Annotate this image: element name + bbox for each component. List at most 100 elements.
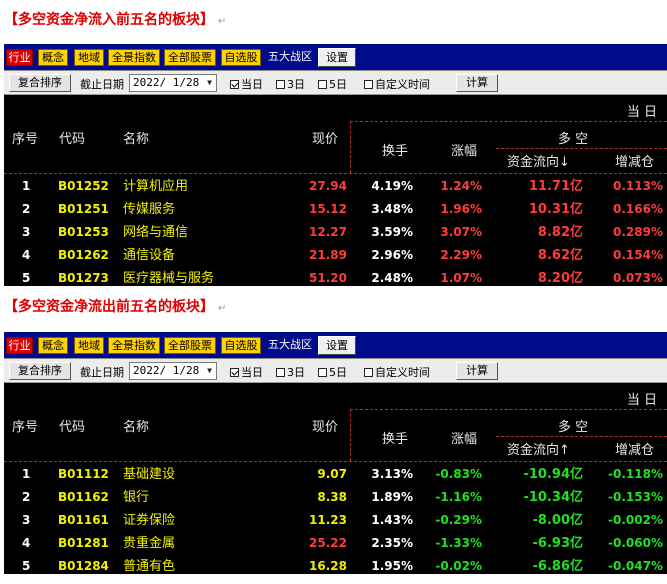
date-picker[interactable]: 2022/ 1/28 ▼ (129, 362, 217, 380)
tab-concept[interactable]: 概念 (38, 49, 68, 66)
row-code: B01262 (58, 248, 109, 262)
checkbox-5day[interactable]: 5日 (318, 76, 347, 92)
checkbox-custom-time[interactable]: 自定义时间 (364, 364, 430, 380)
calculate-button[interactable]: 计算 (456, 74, 498, 92)
row-turnover: 2.35% (371, 536, 413, 550)
tab-five-zones[interactable]: 五大战区 (264, 49, 316, 66)
table-row[interactable]: 3 B01161 证券保险 11.23 1.43% -0.29% -8.00亿 … (4, 509, 667, 532)
col-divider (350, 409, 351, 461)
tab-region[interactable]: 地域 (74, 49, 104, 66)
heading-text: 【多空资金净流出前五名的板块】 (4, 299, 214, 315)
col-header-change[interactable]: 涨幅 (451, 428, 477, 447)
row-code: B01284 (58, 559, 109, 573)
compound-sort-button[interactable]: 复合排序 (9, 362, 71, 380)
table-row[interactable]: 3 B01253 网络与通信 12.27 3.59% 3.07% 8.82亿 0… (4, 221, 667, 244)
table-row[interactable]: 5 B01284 普通有色 16.28 1.95% -0.02% -6.86亿 … (4, 555, 667, 574)
checkbox-3day[interactable]: 3日 (276, 76, 305, 92)
panel-inflow: 行业 概念 地域 全景指数 全部股票 自选股 五大战区 设置 复合排序 截止日期… (4, 44, 667, 286)
row-change: -0.29% (435, 513, 482, 527)
row-index: 4 (22, 536, 31, 550)
col-header-code[interactable]: 代码 (59, 416, 85, 435)
col-header-price[interactable]: 现价 (312, 128, 338, 147)
tab-watchlist[interactable]: 自选股 (221, 49, 261, 66)
row-turnover: 4.19% (371, 179, 413, 193)
row-position-change: -0.153% (608, 490, 663, 504)
toolbar: 复合排序 截止日期 2022/ 1/28 ▼ 当日 3日 5日 自定义时间 计算 (4, 359, 667, 383)
col-header-name[interactable]: 名称 (123, 128, 149, 147)
section-heading-outflow: 【多空资金净流出前五名的板块】 ↵ (4, 297, 226, 317)
row-turnover: 3.59% (371, 225, 413, 239)
row-index: 2 (22, 490, 31, 504)
row-fund-flow: -6.86亿 (532, 559, 583, 574)
tab-panorama-index[interactable]: 全景指数 (108, 49, 160, 66)
tab-all-stocks[interactable]: 全部股票 (164, 337, 216, 354)
checkbox-icon (318, 368, 327, 377)
row-fund-flow: 8.20亿 (537, 271, 583, 286)
row-turnover: 1.43% (371, 513, 413, 527)
table-row[interactable]: 5 B01273 医疗器械与服务 51.20 2.48% 1.07% 8.20亿… (4, 267, 667, 286)
tab-panorama-index[interactable]: 全景指数 (108, 337, 160, 354)
calculate-button[interactable]: 计算 (456, 362, 498, 380)
settings-button[interactable]: 设置 (318, 336, 356, 355)
date-picker[interactable]: 2022/ 1/28 ▼ (129, 74, 217, 92)
row-index: 1 (22, 467, 31, 481)
row-change: 1.96% (440, 202, 482, 216)
tab-five-zones[interactable]: 五大战区 (264, 337, 316, 354)
compound-sort-button[interactable]: 复合排序 (9, 74, 71, 92)
col-header-position-change[interactable]: 增减仓 (615, 439, 654, 458)
paragraph-mark-icon: ↵ (218, 303, 227, 314)
row-position-change: 0.166% (613, 202, 663, 216)
col-header-turnover[interactable]: 换手 (382, 140, 408, 159)
row-fund-flow: 10.31亿 (528, 202, 583, 217)
tab-industry[interactable]: 行业 (6, 49, 33, 66)
row-price: 51.20 (309, 271, 347, 285)
tab-industry[interactable]: 行业 (6, 337, 33, 354)
row-code: B01273 (58, 271, 109, 285)
chevron-down-icon[interactable]: ▼ (207, 363, 212, 379)
row-name: 银行 (123, 490, 150, 505)
checkbox-5day[interactable]: 5日 (318, 364, 347, 380)
checkbox-today[interactable]: 当日 (230, 76, 263, 92)
row-position-change: -0.047% (608, 559, 663, 573)
checkbox-custom-time[interactable]: 自定义时间 (364, 76, 430, 92)
row-fund-flow: 8.62亿 (537, 248, 583, 263)
row-fund-flow: -6.93亿 (532, 536, 583, 551)
col-header-code[interactable]: 代码 (59, 128, 85, 147)
col-header-price[interactable]: 现价 (312, 416, 338, 435)
row-index: 3 (22, 513, 31, 527)
row-index: 2 (22, 202, 31, 216)
col-header-change[interactable]: 涨幅 (451, 140, 477, 159)
header-divider (350, 121, 667, 122)
col-header-name[interactable]: 名称 (123, 416, 149, 435)
table-row[interactable]: 1 B01112 基础建设 9.07 3.13% -0.83% -10.94亿 … (4, 463, 667, 486)
row-position-change: -0.060% (608, 536, 663, 550)
table-row[interactable]: 4 B01262 通信设备 21.89 2.96% 2.29% 8.62亿 0.… (4, 244, 667, 267)
period-header: 当 日 (626, 105, 657, 120)
chevron-down-icon[interactable]: ▼ (207, 75, 212, 91)
section-heading-inflow: 【多空资金净流入前五名的板块】 ↵ (4, 10, 226, 30)
settings-button[interactable]: 设置 (318, 48, 356, 67)
checkbox-label: 5日 (329, 78, 347, 91)
checkbox-label: 自定义时间 (375, 366, 430, 379)
table-row[interactable]: 2 B01251 传媒服务 15.12 3.48% 1.96% 10.31亿 0… (4, 198, 667, 221)
col-header-seq[interactable]: 序号 (12, 416, 38, 435)
checkbox-3day[interactable]: 3日 (276, 364, 305, 380)
table-row[interactable]: 1 B01252 计算机应用 27.94 4.19% 1.24% 11.71亿 … (4, 175, 667, 198)
tab-concept[interactable]: 概念 (38, 337, 68, 354)
row-price: 21.89 (309, 248, 347, 262)
row-index: 4 (22, 248, 31, 262)
row-change: 1.07% (440, 271, 482, 285)
checkbox-icon (364, 80, 373, 89)
tab-watchlist[interactable]: 自选股 (221, 337, 261, 354)
date-label: 截止日期 (80, 78, 124, 91)
col-header-turnover[interactable]: 换手 (382, 428, 408, 447)
checkbox-today[interactable]: 当日 (230, 364, 263, 380)
col-header-fund-flow[interactable]: 资金流向↓ (507, 151, 570, 170)
table-row[interactable]: 2 B01162 银行 8.38 1.89% -1.16% -10.34亿 -0… (4, 486, 667, 509)
col-header-position-change[interactable]: 增减仓 (615, 151, 654, 170)
tab-region[interactable]: 地域 (74, 337, 104, 354)
col-header-seq[interactable]: 序号 (12, 128, 38, 147)
tab-all-stocks[interactable]: 全部股票 (164, 49, 216, 66)
table-row[interactable]: 4 B01281 贵重金属 25.22 2.35% -1.33% -6.93亿 … (4, 532, 667, 555)
col-header-fund-flow[interactable]: 资金流向↑ (507, 439, 570, 458)
